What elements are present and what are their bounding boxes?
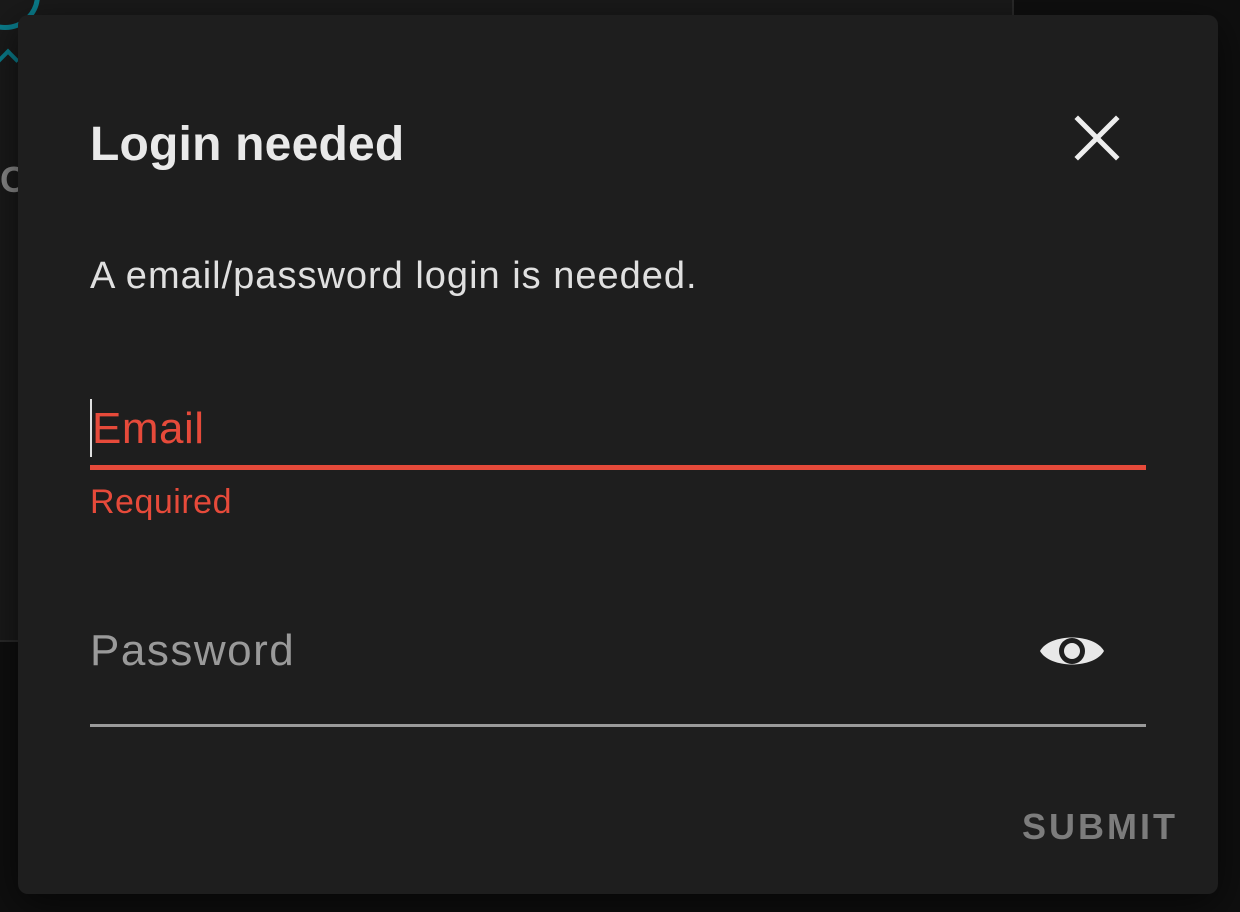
email-error-text: Required (90, 483, 232, 521)
email-underline (90, 465, 1146, 470)
eye-icon (1040, 637, 1104, 665)
dialog-title: Login needed (90, 118, 405, 171)
password-field: Password (90, 615, 1146, 729)
login-dialog: Login needed A email/password login is n… (18, 15, 1218, 894)
dialog-description: A email/password login is needed. (90, 255, 698, 297)
close-icon (1074, 115, 1120, 161)
password-input[interactable] (90, 615, 1014, 707)
submit-button[interactable]: SUBMIT (1008, 795, 1178, 859)
toggle-password-visibility-button[interactable] (1036, 623, 1108, 679)
email-input[interactable] (90, 395, 1148, 461)
chevron-up-icon (0, 48, 20, 72)
close-button[interactable] (1068, 109, 1128, 169)
password-underline (90, 724, 1146, 727)
text-caret (90, 399, 92, 457)
email-field: Email (90, 395, 1148, 471)
background-heading-fragment (110, 0, 390, 14)
background-text-fragment: O (0, 160, 18, 200)
